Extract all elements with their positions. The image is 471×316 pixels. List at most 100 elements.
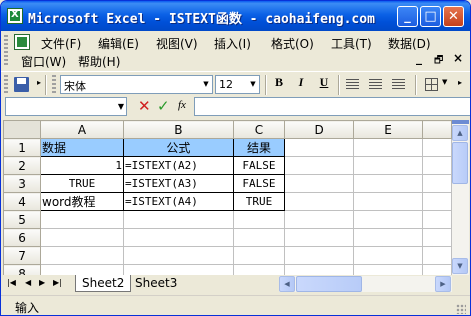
scroll-right-icon[interactable]: ▶ bbox=[435, 276, 451, 292]
row-header-5[interactable]: 5 bbox=[3, 210, 42, 229]
maximize-button[interactable]: □ bbox=[420, 6, 441, 27]
close-button[interactable]: ✕ bbox=[443, 6, 464, 27]
resize-grip-icon[interactable] bbox=[456, 304, 466, 314]
cell-d5[interactable] bbox=[284, 210, 355, 229]
workbook-icon[interactable] bbox=[14, 34, 30, 50]
cell-f5[interactable] bbox=[421, 210, 452, 229]
cell-e3[interactable] bbox=[353, 174, 423, 193]
cell-c3[interactable]: FALSE bbox=[232, 174, 286, 193]
menu-view[interactable]: 视图(V) bbox=[156, 35, 198, 52]
cell-e7[interactable] bbox=[353, 246, 423, 265]
bold-button[interactable]: B bbox=[268, 75, 290, 95]
cell-b2[interactable]: =ISTEXT(A2) bbox=[123, 156, 234, 175]
toolbar-options-icon[interactable]: ▸ bbox=[458, 78, 462, 87]
last-sheet-icon[interactable]: ▶| bbox=[53, 278, 62, 287]
tab-sheet3[interactable]: Sheet3 bbox=[129, 275, 183, 292]
menu-edit[interactable]: 编辑(E) bbox=[98, 35, 139, 52]
font-name-select[interactable]: 宋体 ▼ bbox=[60, 75, 213, 94]
toolbar-grip-2[interactable] bbox=[52, 75, 56, 94]
cell-a4[interactable]: word教程 bbox=[40, 192, 125, 211]
name-box[interactable]: ▼ bbox=[5, 97, 127, 116]
cell-b1[interactable]: 公式 bbox=[123, 138, 234, 157]
cell-f1[interactable] bbox=[421, 138, 452, 157]
column-header-d[interactable]: D bbox=[284, 120, 355, 139]
column-header-f[interactable] bbox=[421, 120, 452, 139]
column-header-a[interactable]: A bbox=[40, 120, 125, 139]
cell-d6[interactable] bbox=[284, 228, 355, 247]
toolbar-grip[interactable] bbox=[4, 75, 8, 94]
cell-d2[interactable] bbox=[284, 156, 355, 175]
cell-f2[interactable] bbox=[421, 156, 452, 175]
cell-a3[interactable]: TRUE bbox=[40, 174, 125, 193]
cell-e6[interactable] bbox=[353, 228, 423, 247]
menu-help[interactable]: 帮助(H) bbox=[78, 53, 120, 70]
font-size-select[interactable]: 12 ▼ bbox=[215, 75, 260, 94]
cell-f7[interactable] bbox=[421, 246, 452, 265]
first-sheet-icon[interactable]: |◀ bbox=[7, 278, 16, 287]
cell-b6[interactable] bbox=[123, 228, 234, 247]
cell-c5[interactable] bbox=[232, 210, 286, 229]
insert-function-icon[interactable]: fx bbox=[178, 99, 186, 111]
row-header-2[interactable]: 2 bbox=[3, 156, 42, 175]
cell-c4[interactable]: TRUE bbox=[232, 192, 286, 211]
title-bar[interactable]: Microsoft Excel - ISTEXT函数 - caohaifeng.… bbox=[1, 1, 470, 31]
select-all-corner[interactable] bbox=[3, 120, 42, 139]
cell-d7[interactable] bbox=[284, 246, 355, 265]
scroll-up-icon[interactable]: ▲ bbox=[452, 125, 468, 141]
cell-a1[interactable]: 数据 bbox=[40, 138, 125, 157]
align-left-icon[interactable] bbox=[346, 79, 359, 90]
formula-input[interactable] bbox=[194, 97, 470, 116]
cell-c2[interactable]: FALSE bbox=[232, 156, 286, 175]
scroll-down-icon[interactable]: ▼ bbox=[452, 258, 468, 274]
cell-c7[interactable] bbox=[232, 246, 286, 265]
cell-d8[interactable] bbox=[284, 264, 355, 275]
row-header-6[interactable]: 6 bbox=[3, 228, 42, 247]
doc-restore-button[interactable]: 🗗 bbox=[434, 53, 443, 70]
align-right-icon[interactable] bbox=[392, 79, 405, 90]
menu-file[interactable]: 文件(F) bbox=[41, 35, 81, 52]
row-header-8[interactable]: 8 bbox=[3, 264, 42, 275]
horizontal-scroll-thumb[interactable] bbox=[296, 276, 362, 292]
doc-minimize-button[interactable]: _ bbox=[416, 51, 422, 65]
cell-b7[interactable] bbox=[123, 246, 234, 265]
excel-app-icon[interactable] bbox=[7, 8, 23, 24]
enter-check-icon[interactable]: ✓ bbox=[157, 97, 170, 115]
menu-tools[interactable]: 工具(T) bbox=[331, 35, 372, 52]
menu-insert[interactable]: 插入(I) bbox=[214, 35, 251, 52]
cell-d3[interactable] bbox=[284, 174, 355, 193]
horizontal-scrollbar[interactable]: ◀ ▶ bbox=[279, 276, 452, 292]
cell-c1[interactable]: 结果 bbox=[232, 138, 286, 157]
column-header-c[interactable]: C bbox=[232, 120, 286, 139]
align-center-icon[interactable] bbox=[369, 79, 382, 90]
cell-a8[interactable] bbox=[40, 264, 125, 275]
chevron-down-icon[interactable]: ▼ bbox=[118, 98, 124, 115]
toolbar-options-icon[interactable]: ▸ bbox=[37, 78, 41, 87]
chevron-down-icon[interactable]: ▼ bbox=[200, 76, 212, 93]
menu-format[interactable]: 格式(O) bbox=[271, 35, 314, 52]
column-header-e[interactable]: E bbox=[353, 120, 423, 139]
row-header-7[interactable]: 7 bbox=[3, 246, 42, 265]
cell-e8[interactable] bbox=[353, 264, 423, 275]
row-header-1[interactable]: 1 bbox=[3, 138, 42, 157]
save-icon[interactable] bbox=[12, 75, 32, 95]
menu-window[interactable]: 窗口(W) bbox=[21, 53, 66, 70]
cell-f4[interactable] bbox=[421, 192, 452, 211]
minimize-button[interactable]: _ bbox=[397, 6, 418, 27]
next-sheet-icon[interactable]: ▶ bbox=[39, 278, 45, 287]
cell-a5[interactable] bbox=[40, 210, 125, 229]
cell-c6[interactable] bbox=[232, 228, 286, 247]
cell-f8[interactable] bbox=[421, 264, 452, 275]
prev-sheet-icon[interactable]: ◀ bbox=[25, 278, 31, 287]
vertical-scrollbar[interactable]: ▲ ▼ bbox=[452, 120, 469, 275]
tab-sheet2[interactable]: Sheet2 bbox=[75, 275, 132, 292]
italic-button[interactable]: I bbox=[290, 75, 312, 95]
cell-f6[interactable] bbox=[421, 228, 452, 247]
underline-button[interactable]: U bbox=[313, 75, 335, 95]
cell-b3[interactable]: =ISTEXT(A3) bbox=[123, 174, 234, 193]
column-header-b[interactable]: B bbox=[123, 120, 234, 139]
cell-b4[interactable]: =ISTEXT(A4) bbox=[123, 192, 234, 211]
menu-data[interactable]: 数据(D) bbox=[388, 35, 431, 52]
cell-d4[interactable] bbox=[284, 192, 355, 211]
vertical-scroll-thumb[interactable] bbox=[452, 142, 468, 184]
menubar-grip[interactable] bbox=[4, 35, 8, 67]
